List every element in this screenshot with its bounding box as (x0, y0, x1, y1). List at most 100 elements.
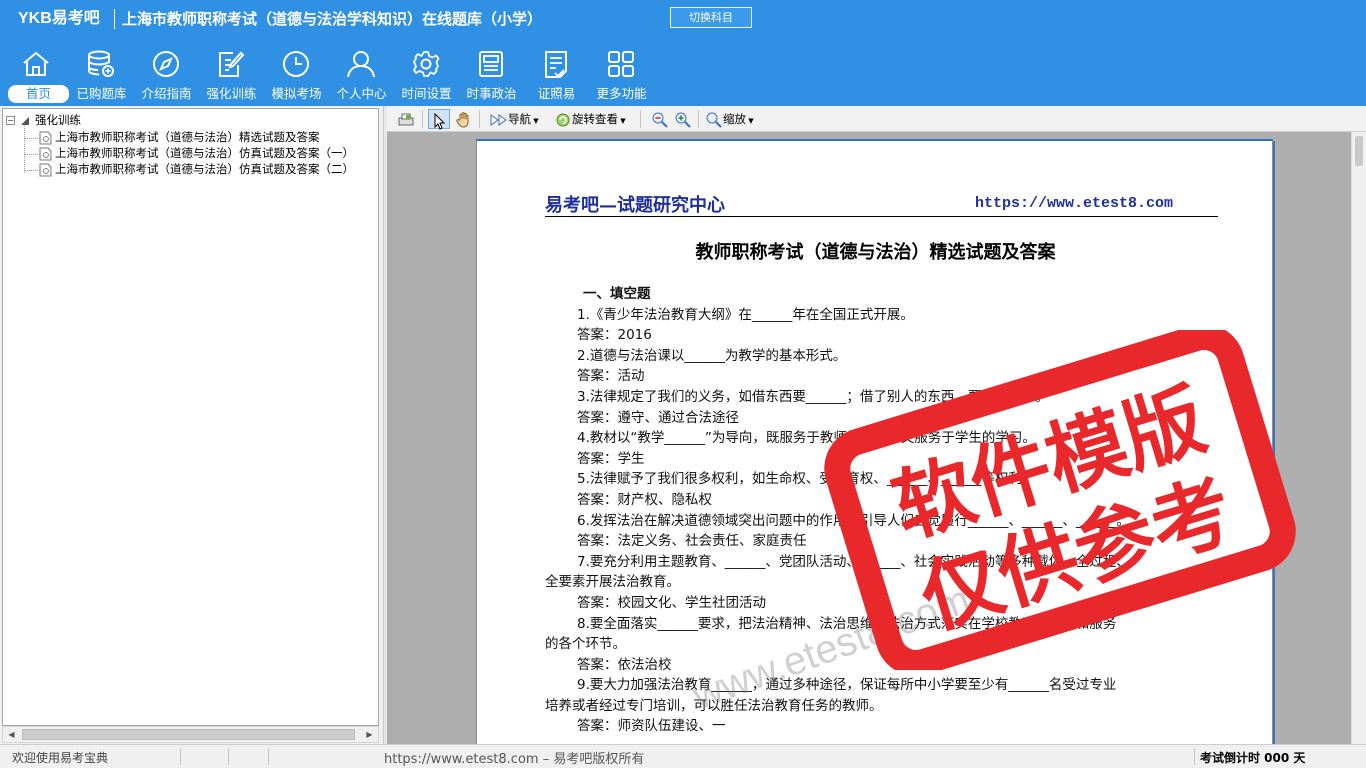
select-tool-button[interactable] (428, 109, 450, 130)
zoom-label: 缩放 (723, 112, 746, 126)
document-line: 的各个环节。 (545, 636, 626, 653)
grid-icon (606, 49, 636, 79)
scrollbar-thumb[interactable] (22, 729, 355, 740)
document-line: 5.法律赋予了我们很多权利，如生命权、受教育权、______、______等权利… (577, 471, 1036, 488)
status-divider (180, 748, 181, 765)
toolbar-divider (640, 110, 641, 128)
document-icon (39, 163, 52, 176)
nav-label: 时间设置 (401, 86, 452, 101)
tree-guide-line (24, 154, 38, 155)
tree-item[interactable]: 上海市教师职称考试（道德与法治）仿真试题及答案（一） (39, 145, 354, 161)
zoom-out-button[interactable] (651, 109, 669, 129)
user-icon (346, 49, 376, 79)
hand-icon (456, 111, 469, 128)
gear-icon (411, 49, 441, 79)
header-rule (545, 216, 1218, 217)
document-line: 答案：遵守、通过合法途径 (577, 409, 739, 426)
brand-logo: YKB易考吧 (18, 10, 100, 27)
toolbar-divider (422, 110, 423, 128)
document-line: 培养或者经过专门培训，可以胜任法治教育任务的教师。 (545, 697, 883, 714)
dropdown-caret-icon: ▼ (746, 117, 754, 125)
document-line: 答案：依法治校 (577, 656, 672, 673)
dropdown-caret-icon: ▼ (618, 117, 626, 125)
collapse-toggle[interactable]: − (6, 116, 15, 125)
document-line: 答案：师资队伍建设、一 (577, 718, 726, 735)
tree-item[interactable]: 上海市教师职称考试（道德与法治）仿真试题及答案（二） (39, 161, 354, 177)
document-icon (39, 131, 52, 144)
home-icon (21, 49, 51, 79)
dropdown-caret-icon: ▼ (531, 117, 539, 125)
nav-training[interactable]: 强化训练 (199, 44, 264, 104)
scroll-right-arrow-icon[interactable]: ▶ (361, 727, 378, 742)
hand-tool-button[interactable] (455, 109, 473, 129)
magnifier-icon (706, 112, 722, 128)
cursor-arrow-icon (434, 112, 446, 130)
toolbar-divider (698, 110, 699, 128)
navigation-dropdown[interactable]: 导航 ▼ (490, 109, 539, 129)
switch-subject-button[interactable]: 切换科目 (670, 7, 752, 28)
nav-guide[interactable]: 介绍指南 (134, 44, 199, 104)
document-line: 1.《青少年法治教育大纲》在______年在全国正式开展。 (577, 306, 914, 323)
app-title: 上海市教师职称考试（道德与法治学科知识）在线题库（小学） (122, 10, 543, 28)
nav-purchased[interactable]: 已购题库 (69, 44, 134, 104)
rotate-icon (556, 113, 570, 126)
document-icon (39, 147, 52, 160)
nav-label: 个人中心 (336, 86, 387, 101)
document-line: 6.发挥法治在解决道德领域突出问题中的作用，引导人们自觉履行______、___… (577, 512, 1130, 529)
document-line: 答案：校园文化、学生社团活动 (577, 594, 766, 611)
document-line: 8.要全面落实______要求，把法治精神、法治思维和法治方式落实在学校教育、管… (577, 615, 1117, 632)
zoom-dropdown[interactable]: 缩放 ▼ (705, 109, 754, 129)
viewer-vertical-scrollbar[interactable] (1351, 132, 1366, 744)
nav-personal-center[interactable]: 个人中心 (329, 44, 394, 104)
main-nav: 首页 已购题库 介绍指南 强化训练 模拟考场 个人中心 时间设置 时事政治 证照… (4, 44, 654, 104)
nav-current-affairs[interactable]: 时事政治 (459, 44, 524, 104)
print-button[interactable] (397, 109, 415, 129)
tree-horizontal-scrollbar[interactable]: ◀ ▶ (2, 726, 379, 743)
print-icon (398, 113, 414, 125)
fast-forward-icon (490, 113, 507, 126)
document-line: 7.要充分利用主题教育、______、党团队活动、______、社会实践活动等多… (577, 553, 1130, 570)
nav-certificates[interactable]: 证照易 (524, 44, 589, 104)
database-icon (86, 49, 116, 79)
nav-label: 首页 (8, 85, 69, 103)
nav-label: 强化训练 (206, 86, 257, 101)
nav-label: 时事政治 (466, 86, 517, 101)
tree-item-label: 上海市教师职称考试（道德与法治）仿真试题及答案（二） (55, 162, 354, 176)
rotate-view-dropdown[interactable]: 旋转查看 ▼ (554, 109, 626, 129)
viewer-toolbar: 导航 ▼ 旋转查看 ▼ 缩放 ▼ (387, 106, 1366, 132)
status-divider (1194, 748, 1195, 765)
document-title: 教师职称考试（道德与法治）精选试题及答案 (695, 242, 1056, 263)
tree-guide-line (24, 138, 38, 139)
document-url[interactable]: https://www.etest8.com (975, 195, 1173, 212)
nav-label: 模拟考场 (271, 86, 322, 101)
welcome-text: 欢迎使用易考宝典 (12, 751, 109, 765)
status-divider (228, 748, 229, 765)
zoom-in-icon (675, 112, 691, 128)
status-bar: 欢迎使用易考宝典 https://www.etest8.com – 易考吧版权所… (0, 744, 1366, 768)
zoom-in-button[interactable] (674, 109, 692, 129)
document-viewer[interactable]: 易考吧—试题研究中心 https://www.etest8.com 教师职称考试… (387, 132, 1351, 744)
nav-label: 更多功能 (596, 86, 647, 101)
tree-root-node[interactable]: − 强化训练 (6, 112, 81, 128)
nav-label: 证照易 (537, 86, 576, 101)
document-body: 一、填空题 1.《青少年法治教育大纲》在______年在全国正式开展。 答案：201… (545, 284, 1219, 737)
document-line: 4.教材以“教学______”为导向，既服务于教师的教学，又服务于学生的学习。 (577, 430, 1036, 447)
document-line: 3.法律规定了我们的义务，如借东西要______；借了别人的东西，要______… (577, 388, 1049, 405)
document-brand: 易考吧—试题研究中心 (545, 195, 725, 216)
nav-mock-exam[interactable]: 模拟考场 (264, 44, 329, 104)
nav-home[interactable]: 首页 (4, 44, 69, 104)
tree-item-label: 上海市教师职称考试（道德与法治）仿真试题及答案（一） (55, 146, 354, 160)
document-line: 答案：财产权、隐私权 (577, 491, 712, 508)
tree-root-label: 强化训练 (35, 113, 81, 127)
section-heading: 一、填空题 (583, 286, 651, 302)
nav-time-settings[interactable]: 时间设置 (394, 44, 459, 104)
tree-guide-line (24, 123, 25, 173)
scrollbar-thumb[interactable] (1355, 136, 1363, 166)
copyright-text: https://www.etest8.com – 易考吧版权所有 (384, 752, 645, 767)
app-header: YKB易考吧 上海市教师职称考试（道德与法治学科知识）在线题库（小学） 切换科目… (0, 0, 1366, 106)
exam-countdown: 考试倒计时 000 天 (1200, 751, 1306, 765)
tree-item-label: 上海市教师职称考试（道德与法治）精选试题及答案 (55, 130, 320, 144)
scroll-left-arrow-icon[interactable]: ◀ (3, 727, 20, 742)
tree-item[interactable]: 上海市教师职称考试（道德与法治）精选试题及答案 (39, 129, 320, 145)
nav-more[interactable]: 更多功能 (589, 44, 654, 104)
